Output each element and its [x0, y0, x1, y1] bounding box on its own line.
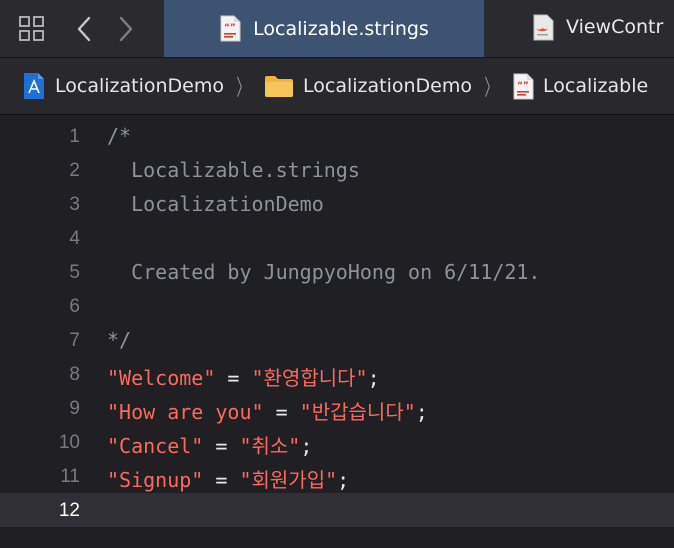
code-line[interactable]: 12: [0, 493, 674, 527]
code-text: "Signup" = "회원가입";: [107, 464, 349, 493]
tab-localizable-strings[interactable]: “” Localizable.strings: [164, 0, 484, 57]
strings-file-icon: “”: [219, 15, 241, 42]
strings-file-icon: “”: [512, 73, 534, 100]
code-line[interactable]: 11 "Signup" = "회원가입";: [0, 459, 674, 493]
code-text: LocalizationDemo: [107, 192, 324, 216]
code-text: "Cancel" = "취소";: [107, 430, 312, 459]
line-number: 3: [69, 194, 80, 215]
code-line[interactable]: 2 Localizable.strings: [0, 153, 674, 187]
folder-icon: [264, 74, 294, 98]
assignment-operator: =: [203, 468, 240, 492]
code-line[interactable]: 6: [0, 289, 674, 323]
code-text: */: [107, 328, 131, 352]
line-number: 10: [58, 432, 80, 453]
line-number: 9: [69, 398, 80, 419]
line-number: 6: [69, 296, 80, 317]
code-line[interactable]: 1 /*: [0, 119, 674, 153]
statement-terminator: ;: [367, 366, 380, 390]
localization-value: "회원가입": [239, 468, 338, 492]
localization-key: "Cancel": [107, 434, 204, 458]
breadcrumb-item-folder[interactable]: LocalizationDemo: [264, 74, 472, 98]
breadcrumb-separator-chevron-icon: 〉: [236, 76, 250, 101]
localization-value: "반갑습니다": [299, 400, 416, 424]
code-text: Localizable.strings: [107, 158, 360, 182]
related-items-grid-icon[interactable]: [14, 0, 50, 57]
tab-title: ViewContr: [566, 16, 664, 38]
code-text: "Welcome" = "환영합니다";: [107, 362, 380, 391]
code-line[interactable]: 3 LocalizationDemo: [0, 187, 674, 221]
localization-key: "How are you": [107, 400, 264, 424]
localization-key: "Signup": [107, 468, 204, 492]
breadcrumb-separator-chevron-icon: 〉: [484, 76, 498, 101]
code-line[interactable]: 10 "Cancel" = "취소";: [0, 425, 674, 459]
localization-key: "Welcome": [107, 366, 216, 390]
navigate-forward-chevron-icon[interactable]: [112, 0, 140, 57]
localization-value: "취소": [239, 434, 301, 458]
breadcrumb-label: Localizable: [543, 75, 649, 97]
statement-terminator: ;: [300, 434, 313, 458]
code-line[interactable]: 9 "How are you" = "반갑습니다";: [0, 391, 674, 425]
comment-text: /*: [107, 124, 132, 148]
line-number: 12: [58, 500, 80, 521]
assignment-operator: =: [203, 434, 240, 458]
assignment-operator: =: [263, 400, 300, 424]
line-number: 2: [69, 160, 80, 181]
tab-title: Localizable.strings: [253, 17, 429, 40]
code-text: Created by JungpyoHong on 6/11/21.: [107, 260, 540, 284]
breadcrumb-label: LocalizationDemo: [303, 75, 473, 97]
code-line[interactable]: 5 Created by JungpyoHong on 6/11/21.: [0, 255, 674, 289]
line-number: 7: [69, 330, 80, 351]
code-line[interactable]: 8 "Welcome" = "환영합니다";: [0, 357, 674, 391]
svg-text:“”: “”: [224, 23, 236, 33]
xcode-project-icon: [22, 72, 46, 100]
code-text: "How are you" = "반갑습니다";: [107, 396, 428, 425]
localization-value: "환영합니다": [251, 366, 368, 390]
code-line[interactable]: 4: [0, 221, 674, 255]
assignment-operator: =: [215, 366, 252, 390]
comment-text: LocalizationDemo: [107, 192, 324, 216]
breadcrumb-item-project[interactable]: LocalizationDemo: [22, 72, 224, 100]
navigate-back-chevron-icon[interactable]: [70, 0, 98, 57]
line-number: 11: [60, 466, 80, 487]
svg-text:“”: “”: [517, 81, 529, 91]
code-text: /*: [107, 124, 131, 148]
line-number: 4: [69, 228, 80, 249]
breadcrumb: LocalizationDemo 〉 LocalizationDemo 〉 “”…: [0, 58, 674, 115]
comment-text: */: [107, 328, 132, 352]
code-editor[interactable]: 1/* 2 Localizable.strings 3 LocalizationDe…: [0, 115, 674, 548]
tab-bar: “” Localizable.strings ViewContr: [0, 0, 674, 58]
statement-terminator: ;: [415, 400, 428, 424]
comment-text: Localizable.strings: [107, 158, 360, 182]
breadcrumb-label: LocalizationDemo: [55, 75, 224, 97]
breadcrumb-item-file[interactable]: “” Localizable: [512, 73, 648, 100]
line-number: 5: [69, 262, 80, 283]
tab-viewcontroller[interactable]: ViewContr: [484, 0, 674, 57]
line-number: 1: [69, 126, 80, 147]
code-line[interactable]: 7 */: [0, 323, 674, 357]
line-number: 8: [69, 364, 80, 385]
statement-terminator: ;: [337, 468, 350, 492]
swift-file-icon: [532, 14, 554, 41]
comment-text: Created by JungpyoHong on 6/11/21.: [107, 260, 541, 284]
